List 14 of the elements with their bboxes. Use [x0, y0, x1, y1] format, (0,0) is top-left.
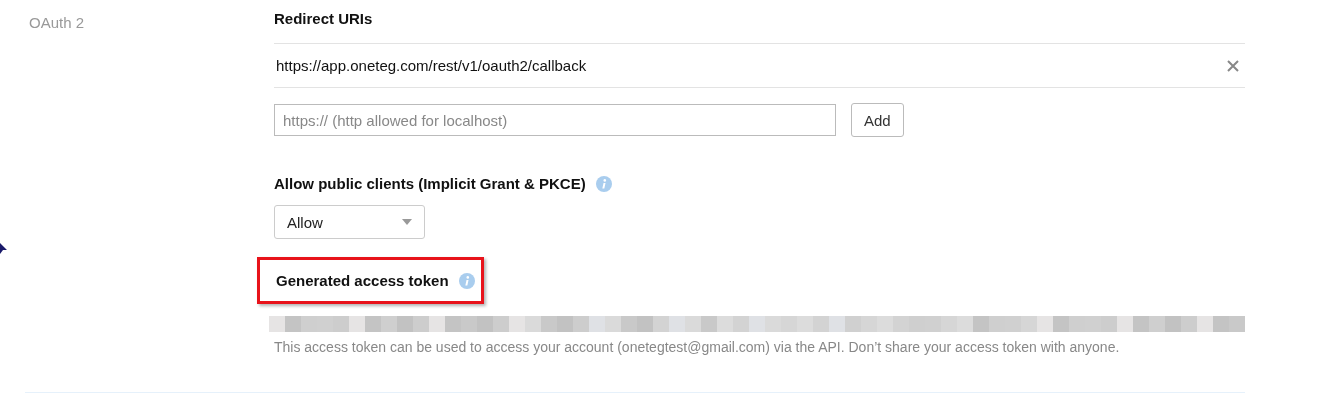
help-text: This access token can be used to access your account (onetegtest@gmail.com) via the API. Don’t share your access token with anyone. — [274, 339, 1121, 355]
section-heading: Generated access token — [276, 272, 449, 289]
add-button[interactable]: Add — [851, 103, 904, 137]
caret-icon — [402, 219, 412, 225]
info-icon[interactable] — [595, 175, 612, 192]
public-clients-select[interactable]: Allow — [274, 205, 425, 239]
section-heading: Redirect URIs — [274, 10, 373, 27]
section-label: OAuth 2 — [29, 14, 85, 31]
redirect-uri: https://app.oneteg.com/rest/v1/oauth2/callback — [276, 57, 587, 74]
info-icon[interactable] — [458, 272, 475, 289]
close-icon[interactable] — [1227, 59, 1239, 72]
cursor-icon — [0, 243, 8, 255]
uri-input-field[interactable]: https:// (http allowed for localhost) — [274, 104, 836, 136]
section-heading: Allow public clients (Implicit Grant & PKCE) — [274, 175, 586, 192]
